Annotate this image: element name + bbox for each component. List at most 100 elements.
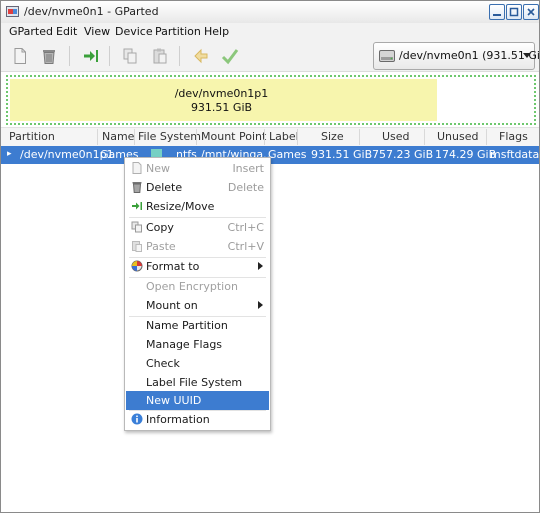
trash-icon (43, 50, 55, 64)
minimize-button[interactable] (489, 4, 505, 20)
maximize-icon (509, 7, 519, 17)
copy-icon (123, 48, 137, 64)
menu-item-open-encryption[interactable]: Open Encryption (126, 277, 269, 296)
close-icon (527, 8, 535, 16)
column-divider (424, 129, 425, 145)
menu-item-label: Open Encryption (146, 280, 238, 293)
column-header-filesystem[interactable]: File System (138, 130, 201, 143)
menu-item-label: Format to (146, 260, 200, 273)
menu-item-accelerator: Ctrl+V (227, 240, 264, 253)
cell-size: 931.51 GiB (311, 148, 373, 161)
column-header-size[interactable]: Size (321, 130, 344, 143)
partition-map-used-space (10, 79, 437, 121)
title-bar: /dev/nvme0n1 - GParted (1, 1, 539, 24)
gparted-window: /dev/nvme0n1 - GParted GParted Edit View… (0, 0, 540, 513)
column-header-mount-point[interactable]: Mount Point (201, 130, 266, 143)
menu-item-copy[interactable]: Copy Ctrl+C (126, 218, 269, 237)
minimize-icon (493, 14, 501, 16)
column-divider (97, 129, 98, 145)
menu-item-manage-flags[interactable]: Manage Flags (126, 335, 269, 354)
cell-flags: msftdata (490, 148, 540, 161)
device-selector-label: /dev/nvme0n1 (931.51 GiB) (399, 49, 540, 62)
column-divider (264, 129, 265, 145)
menu-item-label: Manage Flags (146, 338, 223, 351)
menu-item-label: Name Partition (146, 319, 228, 332)
menu-item-accelerator: Insert (232, 162, 264, 175)
column-header-label[interactable]: Label (269, 130, 299, 143)
undo-button[interactable] (190, 45, 212, 67)
menu-item-label: Paste (146, 240, 176, 253)
menu-item-label: Check (146, 357, 180, 370)
toolbar: /dev/nvme0n1 (931.51 GiB) (1, 41, 540, 72)
toolbar-separator (109, 46, 110, 66)
undo-icon (194, 48, 208, 64)
column-header-flags[interactable]: Flags (499, 130, 528, 143)
menu-item-label: New (146, 162, 170, 175)
menu-bar: GParted Edit View Device Partition Help (1, 23, 539, 41)
gparted-app-icon (6, 6, 19, 17)
maximize-button[interactable] (506, 4, 522, 20)
column-divider (359, 129, 360, 145)
menu-help[interactable]: Help (204, 25, 229, 38)
device-selector[interactable]: /dev/nvme0n1 (931.51 GiB) (373, 42, 540, 70)
delete-partition-button[interactable] (38, 45, 60, 67)
menu-item-check[interactable]: Check (126, 354, 269, 373)
row-expander-icon: ▸ (7, 149, 12, 159)
menu-item-label: Copy (146, 221, 174, 234)
partition-context-menu: New Insert Delete Delete Resize/Move Cop… (124, 157, 271, 431)
new-partition-button[interactable] (9, 45, 31, 67)
menu-item-delete[interactable]: Delete Delete (126, 178, 269, 197)
new-icon (132, 162, 142, 174)
menu-item-format-to[interactable]: Format to (126, 257, 269, 276)
menu-view[interactable]: View (84, 25, 110, 38)
column-header-used[interactable]: Used (382, 130, 410, 143)
partition-table-header: Partition Name File System Mount Point L… (1, 127, 539, 148)
submenu-arrow-icon (258, 301, 263, 309)
column-header-partition[interactable]: Partition (9, 130, 55, 143)
paste-button[interactable] (149, 45, 171, 67)
resize-move-icon (84, 50, 98, 62)
menu-item-label: Information (146, 413, 210, 426)
column-divider (486, 129, 487, 145)
menu-item-new[interactable]: New Insert (126, 159, 269, 178)
copy-icon (131, 221, 142, 233)
menu-item-label: Mount on (146, 299, 198, 312)
menu-partition[interactable]: Partition (155, 25, 201, 38)
menu-item-label: New UUID (146, 394, 202, 407)
dropdown-arrow-icon (523, 53, 531, 58)
checkmark-icon (221, 49, 239, 65)
trash-icon (132, 182, 142, 193)
menu-item-new-uuid[interactable]: New UUID (126, 391, 269, 410)
column-header-name[interactable]: Name (102, 130, 134, 143)
menu-item-accelerator: Ctrl+C (227, 221, 264, 234)
partition-map[interactable]: /dev/nvme0n1p1 931.51 GiB (6, 75, 536, 125)
column-divider (297, 129, 298, 145)
menu-edit[interactable]: Edit (56, 25, 77, 38)
menu-item-label-file-system[interactable]: Label File System (126, 373, 269, 392)
new-icon (14, 48, 26, 64)
close-button[interactable] (523, 4, 539, 20)
menu-item-information[interactable]: Information (126, 410, 269, 429)
paste-icon (132, 241, 142, 252)
toolbar-separator (179, 46, 180, 66)
menu-item-label: Delete (146, 181, 183, 194)
menu-gparted[interactable]: GParted (9, 25, 53, 38)
menu-item-mount-on[interactable]: Mount on (126, 296, 269, 315)
menu-item-paste[interactable]: Paste Ctrl+V (126, 237, 269, 256)
apply-button[interactable] (219, 45, 241, 67)
resize-move-button[interactable] (80, 45, 102, 67)
menu-item-name-partition[interactable]: Name Partition (126, 316, 269, 335)
column-header-unused[interactable]: Unused (437, 130, 478, 143)
cell-unused: 174.29 GiB (435, 148, 497, 161)
info-icon (131, 413, 143, 425)
cell-used: 757.23 GiB (372, 148, 434, 161)
menu-item-label: Resize/Move (146, 200, 215, 213)
copy-button[interactable] (119, 45, 141, 67)
menu-item-label: Label File System (146, 376, 243, 389)
format-icon (131, 260, 143, 272)
partition-map-size: 931.51 GiB (190, 101, 253, 114)
menu-device[interactable]: Device (115, 25, 153, 38)
disk-icon (379, 50, 395, 62)
column-divider (196, 129, 197, 145)
menu-item-resize-move[interactable]: Resize/Move (126, 197, 269, 216)
